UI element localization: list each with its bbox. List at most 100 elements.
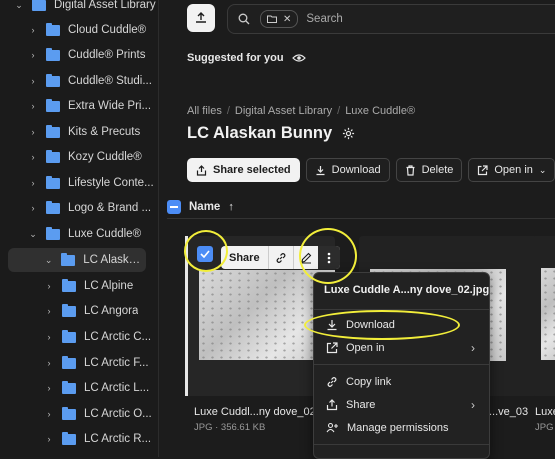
external-link-icon [478, 164, 488, 175]
file-name[interactable]: Luxe [535, 406, 555, 418]
close-icon[interactable]: ✕ [283, 14, 291, 25]
selection-indicator [185, 236, 188, 396]
breadcrumb-all-files[interactable]: All files [187, 105, 222, 117]
sidebar-item-cuddle-studio[interactable]: › Cuddle® Studi... [28, 70, 156, 92]
file-meta: JPG · [535, 422, 555, 433]
sidebar-item-lc-arctic-c[interactable]: › LC Arctic C... [44, 326, 156, 348]
chevron-right-icon[interactable]: › [44, 306, 54, 316]
menu-item-open-in[interactable]: Open in › [326, 338, 475, 358]
file-checkbox[interactable] [197, 246, 213, 262]
chevron-right-icon[interactable]: › [28, 101, 38, 111]
chevron-right-icon[interactable]: › [28, 178, 38, 188]
open-in-button[interactable]: Open in ⌄ [468, 158, 555, 182]
upload-icon [196, 12, 206, 23]
copy-link-icon[interactable] [267, 246, 293, 269]
sidebar-item-lifestyle-content[interactable]: › Lifestyle Conte... [28, 172, 156, 194]
folder-icon [46, 98, 60, 112]
delete-label: Delete [421, 164, 454, 176]
sidebar-item-lc-arctic-l[interactable]: › LC Arctic L... [44, 377, 156, 399]
select-all-checkbox[interactable] [167, 200, 181, 214]
breadcrumb-luxe[interactable]: Luxe Cuddle® [345, 105, 415, 117]
search-input[interactable]: Search [306, 13, 342, 25]
chevron-right-icon[interactable]: › [28, 203, 38, 213]
file-name[interactable]: ...ve_03 [489, 406, 528, 418]
folder-icon [62, 406, 76, 420]
sidebar-item-kozy-cuddle[interactable]: › Kozy Cuddle® [28, 146, 156, 168]
share-selected-label: Share selected [213, 164, 291, 176]
download-icon [316, 165, 325, 175]
sidebar: ⌄ Digital Asset Library › Cloud Cuddle® … [0, 0, 159, 457]
search-bar[interactable]: ✕ Search [227, 4, 555, 34]
sidebar-item-kits-precuts[interactable]: › Kits & Precuts [28, 121, 156, 143]
menu-item-download[interactable]: Download [326, 315, 475, 335]
name-column-header[interactable]: Name [189, 201, 220, 213]
sidebar-item-logo-brand[interactable]: › Logo & Brand ... [28, 197, 156, 219]
sidebar-item-cuddle-prints[interactable]: › Cuddle® Prints [28, 44, 156, 66]
file-name[interactable]: Luxe Cuddl...ny dove_02 [194, 406, 316, 418]
sidebar-item-luxe-cuddle[interactable]: ⌄ Luxe Cuddle® [28, 223, 156, 245]
folder-icon [62, 355, 76, 369]
folder-icon [61, 252, 76, 266]
folder-icon [62, 431, 76, 445]
upload-button[interactable] [187, 4, 215, 32]
chevron-right-icon[interactable]: › [44, 332, 54, 342]
chevron-right-icon[interactable]: › [28, 25, 38, 35]
page-title: LC Alaskan Bunny [187, 124, 333, 142]
share-selected-button[interactable]: Share selected [187, 158, 300, 182]
chevron-right-icon[interactable]: › [28, 50, 38, 60]
menu-item-manage-permissions[interactable]: Manage permissions [326, 418, 475, 438]
folder-icon [46, 200, 60, 214]
more-vertical-icon [327, 252, 330, 263]
open-in-label: Open in [494, 164, 533, 176]
file-meta: JPG · 356.61 KB [194, 422, 266, 433]
checkmark-icon [200, 250, 210, 258]
menu-item-share[interactable]: Share › [326, 395, 475, 415]
chevron-right-icon[interactable]: › [28, 76, 38, 86]
chevron-right-icon[interactable]: › [28, 127, 38, 137]
folder-filter-chip[interactable]: ✕ [260, 10, 299, 28]
download-button[interactable]: Download [305, 158, 390, 182]
context-menu: Luxe Cuddle A...ny dove_02.jpg Download … [313, 272, 490, 459]
sidebar-item-lc-arctic-o[interactable]: › LC Arctic O... [44, 403, 156, 425]
card-share-button[interactable]: Share [221, 252, 268, 264]
chevron-right-icon[interactable]: › [28, 152, 38, 162]
menu-item-label: Manage permissions [347, 422, 449, 434]
settings-gear-icon[interactable] [342, 127, 355, 140]
folder-icon [62, 278, 76, 292]
chevron-right-icon: › [471, 341, 475, 355]
list-header: Name ↑ [167, 196, 555, 219]
sidebar-item-lc-arctic-f[interactable]: › LC Arctic F... [44, 352, 156, 374]
chevron-down-icon[interactable]: ⌄ [44, 255, 53, 266]
sort-ascending-icon[interactable]: ↑ [228, 201, 234, 213]
sidebar-item-lc-alaskan-bunny[interactable]: ⌄ LC Alaskan... [8, 248, 146, 272]
main-content: ✕ Search Suggested for you All files / D… [159, 0, 555, 459]
folder-outline-icon [267, 15, 277, 23]
sidebar-item-cloud-cuddle[interactable]: › Cloud Cuddle® [28, 19, 156, 41]
folder-icon [46, 175, 60, 189]
sidebar-item-lc-alpine[interactable]: › LC Alpine [44, 275, 156, 297]
sidebar-item-extra-wide-prints[interactable]: › Extra Wide Pri... [28, 95, 156, 117]
menu-item-copy-link[interactable]: Copy link [326, 372, 475, 392]
suggested-label: Suggested for you [187, 52, 284, 64]
file-card[interactable] [532, 236, 555, 396]
chevron-right-icon[interactable]: › [44, 358, 54, 368]
chevron-down-icon[interactable]: ⌄ [14, 0, 24, 11]
sidebar-item-digital-asset-library[interactable]: ⌄ Digital Asset Library [14, 0, 156, 16]
breadcrumb-library[interactable]: Digital Asset Library [235, 105, 332, 117]
more-options-button[interactable] [317, 246, 340, 269]
sidebar-item-lc-arctic-r[interactable]: › LC Arctic R... [44, 428, 156, 450]
chevron-right-icon[interactable]: › [44, 281, 54, 291]
file-thumbnail [541, 268, 555, 360]
trash-icon [406, 164, 415, 176]
chevron-right-icon[interactable]: › [44, 409, 54, 419]
chevron-right-icon[interactable]: › [44, 383, 54, 393]
chevron-right-icon[interactable]: › [44, 434, 54, 444]
eye-icon[interactable] [291, 53, 306, 63]
chevron-down-icon[interactable]: ⌄ [28, 229, 38, 240]
share-icon [326, 399, 338, 411]
breadcrumb-separator: / [337, 105, 341, 117]
edit-pencil-icon[interactable] [292, 246, 318, 269]
external-link-icon [326, 342, 338, 354]
sidebar-item-lc-angora[interactable]: › LC Angora [44, 300, 156, 322]
delete-button[interactable]: Delete [395, 158, 463, 182]
